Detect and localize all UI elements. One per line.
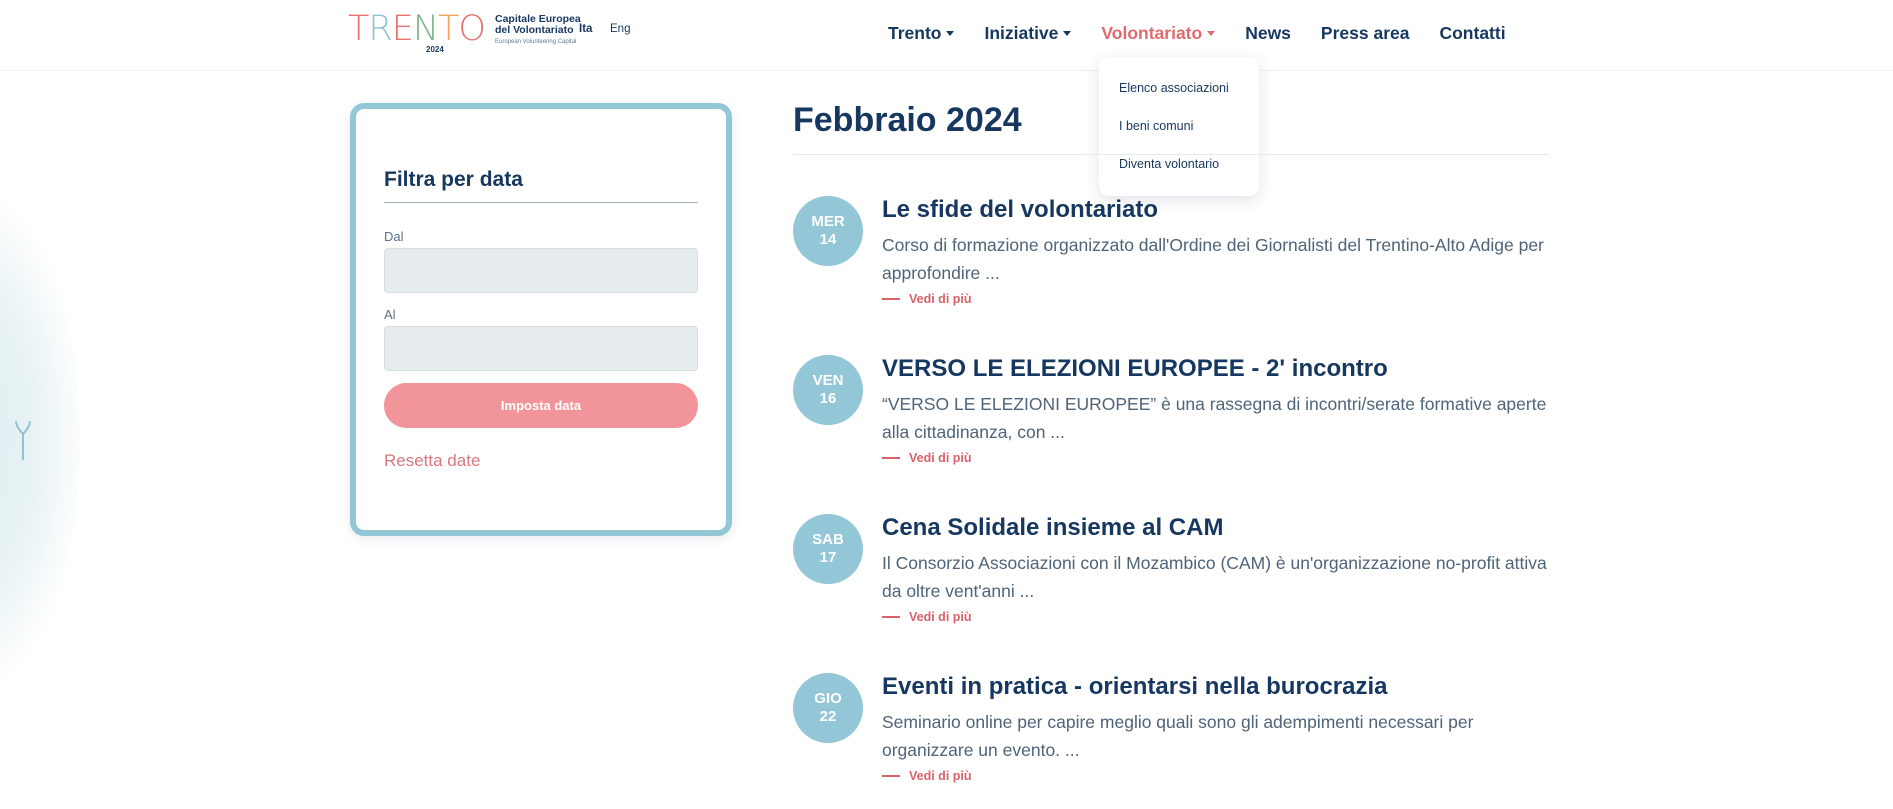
nav-item-label: Trento (888, 23, 942, 43)
nav-item-press-area[interactable]: Press area (1321, 23, 1410, 44)
chevron-down-icon (946, 31, 955, 36)
event-item: MER 14 Le sfide del volontariato Corso d… (793, 196, 1563, 346)
filter-divider (384, 202, 698, 203)
month-heading: Febbraio 2024 (793, 101, 1022, 139)
date-filter-card: Filtra per data Dal Al Imposta data Rese… (350, 103, 732, 536)
site-header: TRENTO 2024 Capitale Europea del Volonta… (0, 0, 1893, 71)
nav-item-contatti[interactable]: Contatti (1439, 23, 1505, 44)
menu-item-diventa-volontario[interactable]: Diventa volontario (1099, 157, 1259, 195)
read-more-label: Vedi di più (909, 610, 972, 624)
event-description: “VERSO LE ELEZIONI EUROPEE” è una rasseg… (882, 394, 1547, 442)
event-item: VEN 16 VERSO LE ELEZIONI EUROPEE - 2' in… (793, 355, 1563, 505)
nav-item-label: Iniziative (984, 23, 1059, 43)
badge-number: 14 (819, 231, 837, 248)
logo-letter: O (458, 9, 486, 49)
badge-number: 17 (819, 549, 837, 566)
volontariato-dropdown-menu: Elenco associazioni I beni comuni Divent… (1099, 57, 1259, 196)
date-badge: VEN 16 (793, 355, 863, 425)
dash-icon (882, 457, 900, 459)
nav-item-news[interactable]: News (1245, 23, 1291, 44)
event-description: Corso di formazione organizzato dall'Ord… (882, 235, 1544, 283)
read-more-label: Vedi di più (909, 769, 972, 783)
read-more-label: Vedi di più (909, 292, 972, 306)
dash-icon (882, 298, 900, 300)
menu-item-beni-comuni[interactable]: I beni comuni (1099, 119, 1259, 157)
site-logo[interactable]: TRENTO 2024 Capitale Europea del Volonta… (348, 9, 581, 55)
logo-line-3: European Volunteering Capital (494, 39, 577, 45)
read-more-link[interactable]: Vedi di più (882, 451, 972, 465)
date-badge: MER 14 (793, 196, 863, 266)
set-date-button[interactable]: Imposta data (384, 383, 698, 428)
logo-letter: E (391, 9, 414, 49)
nav-item-trento[interactable]: Trento (888, 23, 955, 44)
badge-number: 16 (819, 390, 837, 407)
dash-icon (882, 616, 900, 618)
language-ita-link[interactable]: Ita (579, 23, 592, 35)
logo-letter: N (412, 9, 439, 49)
main-nav: Trento Iniziative Volontariato News Pres… (888, 23, 1506, 44)
read-more-link[interactable]: Vedi di più (882, 292, 972, 306)
event-title[interactable]: Cena Solidale insieme al CAM (882, 514, 1223, 542)
date-badge: SAB 17 (793, 514, 863, 584)
badge-day: SAB (812, 531, 844, 548)
logo-wordmark: TRENTO (348, 9, 486, 49)
badge-day: GIO (814, 690, 842, 707)
reset-dates-link[interactable]: Resetta date (384, 451, 480, 471)
logo-letter: T (348, 9, 369, 49)
nav-item-label: Contatti (1439, 23, 1506, 43)
event-title[interactable]: VERSO LE ELEZIONI EUROPEE - 2' incontro (882, 355, 1388, 383)
nav-item-label: Volontariato (1101, 23, 1203, 43)
nav-item-iniziative[interactable]: Iniziative (984, 23, 1072, 44)
read-more-link[interactable]: Vedi di più (882, 610, 972, 624)
sprout-icon (15, 421, 31, 460)
read-more-link[interactable]: Vedi di più (882, 769, 972, 783)
month-divider (793, 154, 1549, 155)
read-more-label: Vedi di più (909, 451, 972, 465)
nav-item-volontariato[interactable]: Volontariato (1101, 23, 1216, 44)
event-title[interactable]: Le sfide del volontariato (882, 196, 1158, 224)
filter-title: Filtra per data (384, 168, 523, 191)
event-description: Seminario online per capire meglio quali… (882, 712, 1474, 760)
from-date-input[interactable] (384, 248, 698, 293)
event-item: GIO 22 Eventi in pratica - orientarsi ne… (793, 673, 1563, 809)
logo-year: 2024 (426, 45, 444, 54)
badge-number: 22 (819, 708, 837, 725)
nav-item-label: Press area (1320, 23, 1410, 43)
badge-day: VEN (812, 372, 844, 389)
badge-day: MER (811, 213, 845, 230)
dash-icon (882, 775, 900, 777)
to-date-input[interactable] (384, 326, 698, 371)
menu-item-elenco-associazioni[interactable]: Elenco associazioni (1099, 81, 1259, 119)
chevron-down-icon (1063, 31, 1072, 36)
logo-line-2: del Volontariato (494, 24, 574, 36)
logo-letter: R (368, 9, 392, 49)
from-date-label: Dal (384, 229, 404, 244)
to-date-label: Al (384, 307, 396, 322)
chevron-down-icon (1207, 31, 1216, 36)
event-description: Il Consorzio Associazioni con il Mozambi… (882, 553, 1547, 601)
logo-text: Capitale Europea del Volontariato Europe… (494, 14, 581, 46)
date-badge: GIO 22 (793, 673, 863, 743)
logo-letter: T (438, 9, 459, 49)
nav-item-label: News (1245, 23, 1291, 43)
event-title[interactable]: Eventi in pratica - orientarsi nella bur… (882, 673, 1388, 701)
decorative-background (0, 200, 80, 680)
language-eng-link[interactable]: Eng (610, 23, 630, 35)
event-item: SAB 17 Cena Solidale insieme al CAM Il C… (793, 514, 1563, 664)
